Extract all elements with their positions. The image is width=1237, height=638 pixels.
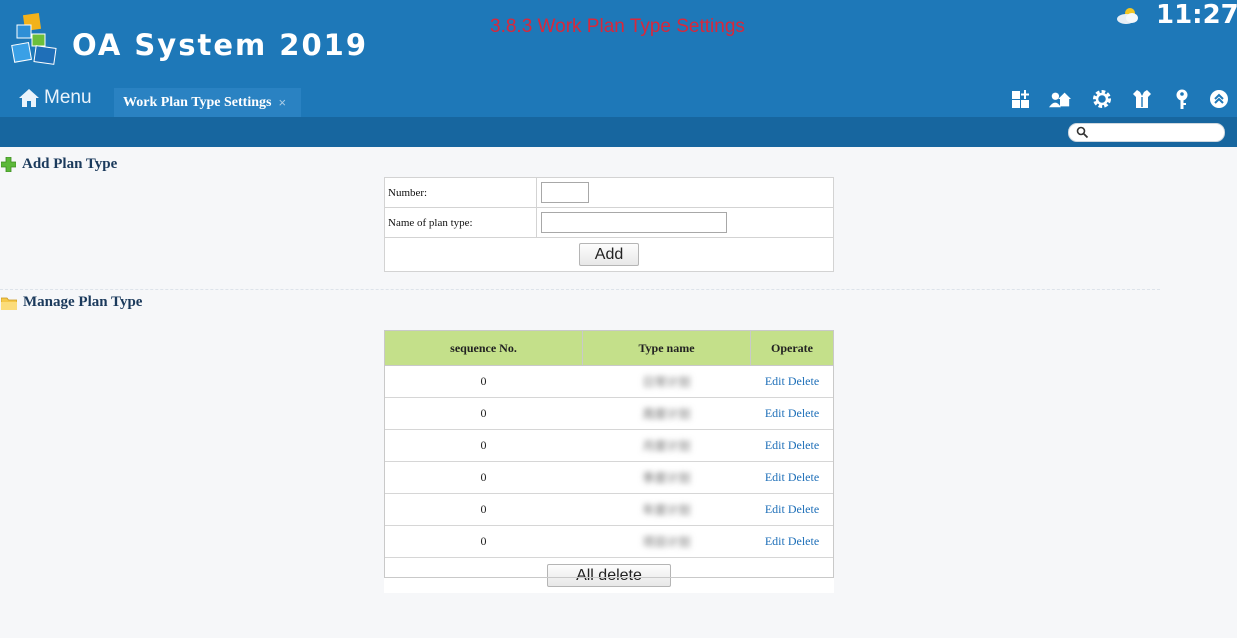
page-heading: 3.8.3 Work Plan Type Settings [490,16,745,37]
type-name-cell: 月度计划 [642,439,691,453]
number-input[interactable] [541,182,589,203]
column-header-sequence: sequence No. [384,330,583,366]
type-name-cell: 日常计划 [642,375,691,389]
table-row: 0 日常计划 Edit Delete [384,365,834,398]
edit-link[interactable]: Edit [765,438,785,452]
search-box[interactable] [1068,123,1225,142]
plan-type-name-input[interactable] [541,212,727,233]
sequence-cell: 0 [384,429,583,462]
plus-icon [1,157,16,172]
sequence-cell: 0 [384,461,583,494]
delete-link[interactable]: Delete [788,374,819,388]
partly-cloudy-icon [1117,8,1138,24]
sequence-cell: 0 [384,493,583,526]
edit-link[interactable]: Edit [765,406,785,420]
user-home-icon[interactable] [1049,88,1071,110]
type-name-cell: 季度计划 [642,471,691,485]
add-plan-type-heading: Add Plan Type [1,156,117,173]
table-row: 0 季度计划 Edit Delete [384,461,834,494]
add-plan-type-title: Add Plan Type [22,156,118,172]
delete-link[interactable]: Delete [788,470,819,484]
manage-plan-type-heading: Manage Plan Type [1,294,142,311]
collapse-up-icon[interactable] [1208,88,1230,110]
table-row: 0 项目计划 Edit Delete [384,525,834,558]
plan-type-name-label: Name of plan type: [384,207,537,238]
folder-icon [1,297,17,310]
key-icon[interactable] [1171,88,1193,110]
all-delete-button[interactable]: All delete [547,564,671,587]
tab-work-plan-type-settings[interactable]: Work Plan Type Settings × [114,88,301,117]
section-divider [0,289,1160,290]
tab-label: Work Plan Type Settings [123,94,272,110]
type-name-cell: 周度计划 [642,407,691,421]
delete-link[interactable]: Delete [788,534,819,548]
clock: 11:27 [1156,0,1237,30]
delete-link[interactable]: Delete [788,438,819,452]
home-icon [19,89,39,107]
delete-link[interactable]: Delete [788,502,819,516]
manage-plan-type-title: Manage Plan Type [23,294,143,310]
search-input[interactable] [1091,125,1220,142]
edit-link[interactable]: Edit [765,374,785,388]
edit-link[interactable]: Edit [765,470,785,484]
column-header-operate: Operate [750,330,834,366]
plan-type-table: sequence No. Type name Operate 0 日常计划 Ed… [384,330,834,593]
table-row: 0 月度计划 Edit Delete [384,429,834,462]
edit-link[interactable]: Edit [765,502,785,516]
app-header: OA System 2019 3.8.3 Work Plan Type Sett… [0,0,1237,147]
sequence-cell: 0 [384,525,583,558]
sequence-cell: 0 [384,365,583,398]
app-title: OA System 2019 [72,28,369,62]
menu-button[interactable]: Menu [18,84,92,112]
sub-toolbar [0,117,1237,147]
app-logo [11,12,57,65]
edit-link[interactable]: Edit [765,534,785,548]
column-header-type-name: Type name [582,330,751,366]
shirt-icon[interactable] [1131,88,1153,110]
table-row: 0 周度计划 Edit Delete [384,397,834,430]
table-row: 0 年度计划 Edit Delete [384,493,834,526]
tab-close-icon[interactable]: × [278,95,286,110]
menu-label: Menu [44,87,92,108]
search-icon [1076,126,1089,139]
delete-link[interactable]: Delete [788,406,819,420]
gear-icon[interactable] [1091,88,1113,110]
type-name-cell: 年度计划 [642,503,691,517]
sequence-cell: 0 [384,397,583,430]
add-button[interactable]: Add [579,243,639,266]
dashboard-add-icon[interactable] [1010,88,1032,110]
type-name-cell: 项目计划 [642,535,691,549]
add-plan-type-form: Number: Name of plan type: Add [384,177,834,272]
number-label: Number: [384,177,537,208]
